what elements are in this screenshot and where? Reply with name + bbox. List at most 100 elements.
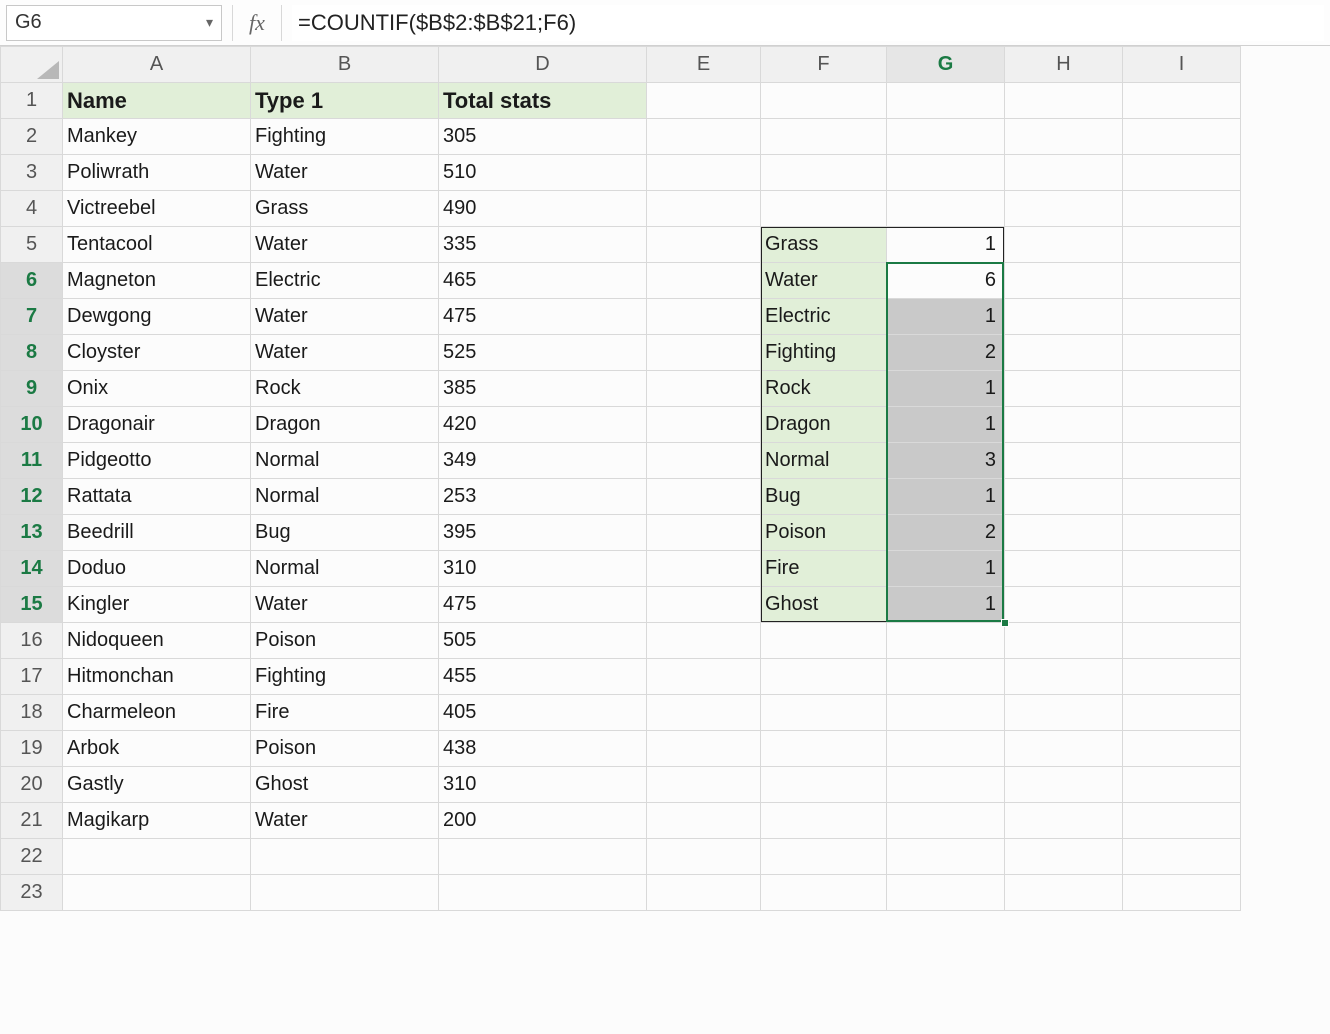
cell-E13[interactable]	[647, 515, 761, 551]
cell-B3[interactable]: Water	[251, 155, 439, 191]
cell-H2[interactable]	[1005, 119, 1123, 155]
cell-A15[interactable]: Kingler	[63, 587, 251, 623]
cell-D2[interactable]: 305	[439, 119, 647, 155]
cell-I12[interactable]	[1123, 479, 1241, 515]
cell-F9[interactable]: Rock	[761, 371, 887, 407]
cell-I2[interactable]	[1123, 119, 1241, 155]
chevron-down-icon[interactable]: ▾	[206, 14, 213, 31]
cell-I11[interactable]	[1123, 443, 1241, 479]
cell-H7[interactable]	[1005, 299, 1123, 335]
cell-A17[interactable]: Hitmonchan	[63, 659, 251, 695]
cell-E7[interactable]	[647, 299, 761, 335]
cell-F2[interactable]	[761, 119, 887, 155]
cell-G16[interactable]	[887, 623, 1005, 659]
cell-F12[interactable]: Bug	[761, 479, 887, 515]
cell-H8[interactable]	[1005, 335, 1123, 371]
cell-G4[interactable]	[887, 191, 1005, 227]
cell-D4[interactable]: 490	[439, 191, 647, 227]
cell-B19[interactable]: Poison	[251, 731, 439, 767]
cell-A20[interactable]: Gastly	[63, 767, 251, 803]
cell-F22[interactable]	[761, 839, 887, 875]
cell-H11[interactable]	[1005, 443, 1123, 479]
cell-E12[interactable]	[647, 479, 761, 515]
cell-D15[interactable]: 475	[439, 587, 647, 623]
row-head-3[interactable]: 3	[1, 155, 63, 191]
row-head-19[interactable]: 19	[1, 731, 63, 767]
cell-H6[interactable]	[1005, 263, 1123, 299]
row-head-8[interactable]: 8	[1, 335, 63, 371]
cell-D19[interactable]: 438	[439, 731, 647, 767]
cell-I16[interactable]	[1123, 623, 1241, 659]
cell-B1[interactable]: Type 1	[251, 83, 439, 119]
row-head-17[interactable]: 17	[1, 659, 63, 695]
cell-B14[interactable]: Normal	[251, 551, 439, 587]
cell-A7[interactable]: Dewgong	[63, 299, 251, 335]
row-head-12[interactable]: 12	[1, 479, 63, 515]
col-head-D[interactable]: D	[439, 47, 647, 83]
cell-D10[interactable]: 420	[439, 407, 647, 443]
cell-I15[interactable]	[1123, 587, 1241, 623]
row-head-1[interactable]: 1	[1, 83, 63, 119]
cell-F1[interactable]	[761, 83, 887, 119]
cell-B4[interactable]: Grass	[251, 191, 439, 227]
cell-G23[interactable]	[887, 875, 1005, 911]
cell-B13[interactable]: Bug	[251, 515, 439, 551]
cell-H14[interactable]	[1005, 551, 1123, 587]
col-head-G[interactable]: G	[887, 47, 1005, 83]
cell-G12[interactable]: 1	[887, 479, 1005, 515]
row-head-10[interactable]: 10	[1, 407, 63, 443]
cell-I23[interactable]	[1123, 875, 1241, 911]
cell-A11[interactable]: Pidgeotto	[63, 443, 251, 479]
col-head-A[interactable]: A	[63, 47, 251, 83]
cell-I1[interactable]	[1123, 83, 1241, 119]
cell-B2[interactable]: Fighting	[251, 119, 439, 155]
cell-A21[interactable]: Magikarp	[63, 803, 251, 839]
cell-I14[interactable]	[1123, 551, 1241, 587]
cell-H13[interactable]	[1005, 515, 1123, 551]
cell-H12[interactable]	[1005, 479, 1123, 515]
cell-F3[interactable]	[761, 155, 887, 191]
cell-E19[interactable]	[647, 731, 761, 767]
cell-I3[interactable]	[1123, 155, 1241, 191]
cell-H4[interactable]	[1005, 191, 1123, 227]
cell-H10[interactable]	[1005, 407, 1123, 443]
cell-G19[interactable]	[887, 731, 1005, 767]
cell-E17[interactable]	[647, 659, 761, 695]
cell-D14[interactable]: 310	[439, 551, 647, 587]
cell-A9[interactable]: Onix	[63, 371, 251, 407]
col-head-I[interactable]: I	[1123, 47, 1241, 83]
cell-G11[interactable]: 3	[887, 443, 1005, 479]
cell-E18[interactable]	[647, 695, 761, 731]
row-head-5[interactable]: 5	[1, 227, 63, 263]
row-head-6[interactable]: 6	[1, 263, 63, 299]
cell-E5[interactable]	[647, 227, 761, 263]
cell-F14[interactable]: Fire	[761, 551, 887, 587]
row-head-7[interactable]: 7	[1, 299, 63, 335]
cell-F19[interactable]	[761, 731, 887, 767]
cell-A14[interactable]: Doduo	[63, 551, 251, 587]
cell-A3[interactable]: Poliwrath	[63, 155, 251, 191]
cell-E9[interactable]	[647, 371, 761, 407]
cell-D11[interactable]: 349	[439, 443, 647, 479]
cell-G3[interactable]	[887, 155, 1005, 191]
row-head-22[interactable]: 22	[1, 839, 63, 875]
cell-H5[interactable]	[1005, 227, 1123, 263]
cell-B15[interactable]: Water	[251, 587, 439, 623]
cell-F7[interactable]: Electric	[761, 299, 887, 335]
row-head-20[interactable]: 20	[1, 767, 63, 803]
cell-E11[interactable]	[647, 443, 761, 479]
cell-H18[interactable]	[1005, 695, 1123, 731]
cell-A22[interactable]	[63, 839, 251, 875]
cell-A18[interactable]: Charmeleon	[63, 695, 251, 731]
cell-E20[interactable]	[647, 767, 761, 803]
cell-G15[interactable]: 1	[887, 587, 1005, 623]
cell-F23[interactable]	[761, 875, 887, 911]
cell-I17[interactable]	[1123, 659, 1241, 695]
cell-B9[interactable]: Rock	[251, 371, 439, 407]
cell-H15[interactable]	[1005, 587, 1123, 623]
cell-I18[interactable]	[1123, 695, 1241, 731]
row-head-4[interactable]: 4	[1, 191, 63, 227]
cell-D1[interactable]: Total stats	[439, 83, 647, 119]
cell-D17[interactable]: 455	[439, 659, 647, 695]
cell-E2[interactable]	[647, 119, 761, 155]
